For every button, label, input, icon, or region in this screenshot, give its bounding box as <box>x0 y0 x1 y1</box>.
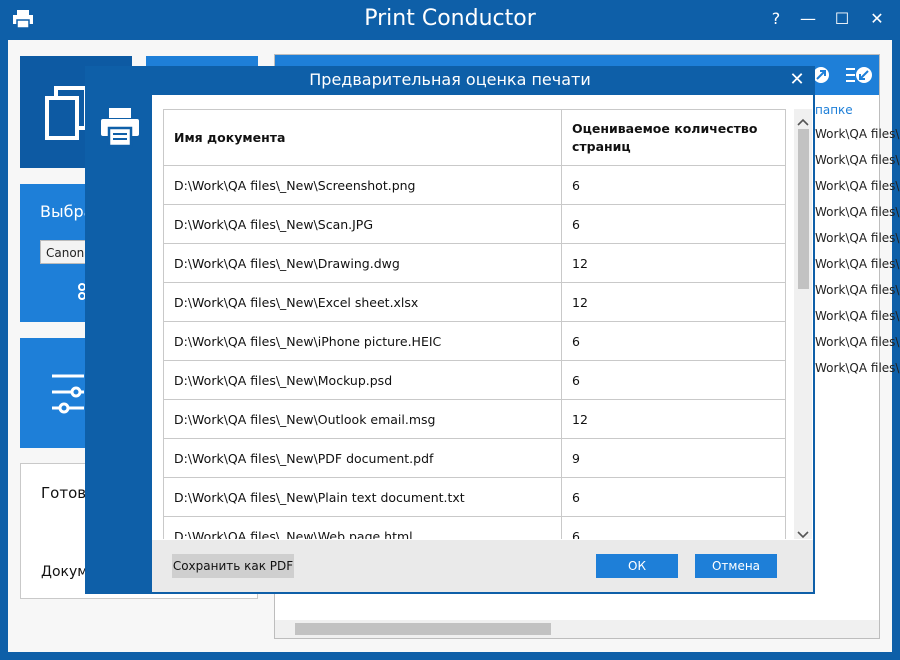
settings-sliders-icon <box>50 370 86 420</box>
table-row[interactable]: D:\Work\QA files\_New\PDF document.pdf 9 <box>163 438 786 478</box>
list-item[interactable]: Work\QA files\ <box>815 153 899 167</box>
document-name-cell: D:\Work\QA files\_New\iPhone picture.HEI… <box>163 321 562 361</box>
title-bar: Print Conductor ? — ☐ ✕ <box>0 0 900 40</box>
list-item[interactable]: Work\QA files\ <box>815 283 899 297</box>
page-count-cell: 6 <box>561 204 786 244</box>
table-row[interactable]: D:\Work\QA files\_New\Mockup.psd 6 <box>163 360 786 400</box>
list-item[interactable]: Work\QA files\ <box>815 127 899 141</box>
list-item[interactable]: Work\QA files\ <box>815 335 899 349</box>
document-name-cell: D:\Work\QA files\_New\Outlook email.msg <box>163 399 562 439</box>
page-count-cell: 12 <box>561 243 786 283</box>
list-item[interactable]: Work\QA files\ <box>815 179 899 193</box>
page-count-cell: 12 <box>561 282 786 322</box>
column-header-name[interactable]: Имя документа <box>163 109 562 166</box>
ok-button[interactable]: ОК <box>596 554 678 578</box>
table-row[interactable]: D:\Work\QA files\_New\Outlook email.msg 1… <box>163 399 786 439</box>
document-name-cell: D:\Work\QA files\_New\Plain text documen… <box>163 477 562 517</box>
page-count-cell: 6 <box>561 321 786 361</box>
printer-icon <box>99 106 141 152</box>
list-item[interactable]: Work\QA files\ <box>815 257 899 271</box>
table-row[interactable]: D:\Work\QA files\_New\Web page.html 6 <box>163 516 786 539</box>
close-button[interactable]: ✕ <box>865 8 889 30</box>
maximize-button[interactable]: ☐ <box>830 8 854 30</box>
estimate-table: Имя документа Оцениваемое количество стр… <box>163 109 786 539</box>
document-name-cell: D:\Work\QA files\_New\Screenshot.png <box>163 165 562 205</box>
dialog-body: Имя документа Оцениваемое количество стр… <box>152 95 813 592</box>
cancel-button[interactable]: Отмена <box>695 554 777 578</box>
table-row[interactable]: D:\Work\QA files\_New\Scan.JPG 6 <box>163 204 786 244</box>
horizontal-scrollbar-thumb[interactable] <box>295 623 551 635</box>
table-row[interactable]: D:\Work\QA files\_New\Plain text documen… <box>163 477 786 517</box>
dialog-close-button[interactable]: ✕ <box>785 68 809 92</box>
page-count-cell: 6 <box>561 516 786 539</box>
table-row[interactable]: D:\Work\QA files\_New\Excel sheet.xlsx 12 <box>163 282 786 322</box>
dialog-footer: Сохранить как PDF ОК Отмена <box>152 540 813 592</box>
horizontal-scrollbar[interactable] <box>275 620 879 638</box>
import-icon[interactable] <box>845 65 873 89</box>
page-count-cell: 12 <box>561 399 786 439</box>
dialog-title: Предварительная оценка печати <box>309 70 591 89</box>
page-count-cell: 6 <box>561 477 786 517</box>
document-name-cell: D:\Work\QA files\_New\Drawing.dwg <box>163 243 562 283</box>
list-item[interactable]: Work\QA files\ <box>815 231 899 245</box>
list-item[interactable]: Work\QA files\ <box>815 361 899 375</box>
estimate-table-container: Имя документа Оцениваемое количество стр… <box>163 109 787 539</box>
table-row[interactable]: D:\Work\QA files\_New\iPhone picture.HEI… <box>163 321 786 361</box>
vertical-scrollbar[interactable] <box>794 109 812 539</box>
table-row[interactable]: D:\Work\QA files\_New\Drawing.dwg 12 <box>163 243 786 283</box>
vertical-scrollbar-thumb[interactable] <box>798 129 809 289</box>
document-name-cell: D:\Work\QA files\_New\Mockup.psd <box>163 360 562 400</box>
minimize-button[interactable]: — <box>796 8 820 30</box>
help-button[interactable]: ? <box>764 8 788 30</box>
document-name-cell: D:\Work\QA files\_New\Excel sheet.xlsx <box>163 282 562 322</box>
page-count-cell: 6 <box>561 360 786 400</box>
document-name-cell: D:\Work\QA files\_New\PDF document.pdf <box>163 438 562 478</box>
table-header-row: Имя документа Оцениваемое количество стр… <box>163 109 786 166</box>
column-header-pages[interactable]: Оцениваемое количество страниц <box>561 109 786 166</box>
page-count-cell: 9 <box>561 438 786 478</box>
table-row[interactable]: D:\Work\QA files\_New\Screenshot.png 6 <box>163 165 786 205</box>
list-item[interactable]: Work\QA files\ <box>815 205 899 219</box>
document-name-cell: D:\Work\QA files\_New\Web page.html <box>163 516 562 539</box>
document-name-cell: D:\Work\QA files\_New\Scan.JPG <box>163 204 562 244</box>
list-item[interactable]: Work\QA files\ <box>815 309 899 323</box>
add-files-icon <box>44 86 90 144</box>
save-as-pdf-button[interactable]: Сохранить как PDF <box>172 554 294 578</box>
print-estimate-dialog: Предварительная оценка печати ✕ Имя доку… <box>85 66 815 594</box>
page-count-cell: 6 <box>561 165 786 205</box>
list-column-header: папке <box>815 103 853 117</box>
